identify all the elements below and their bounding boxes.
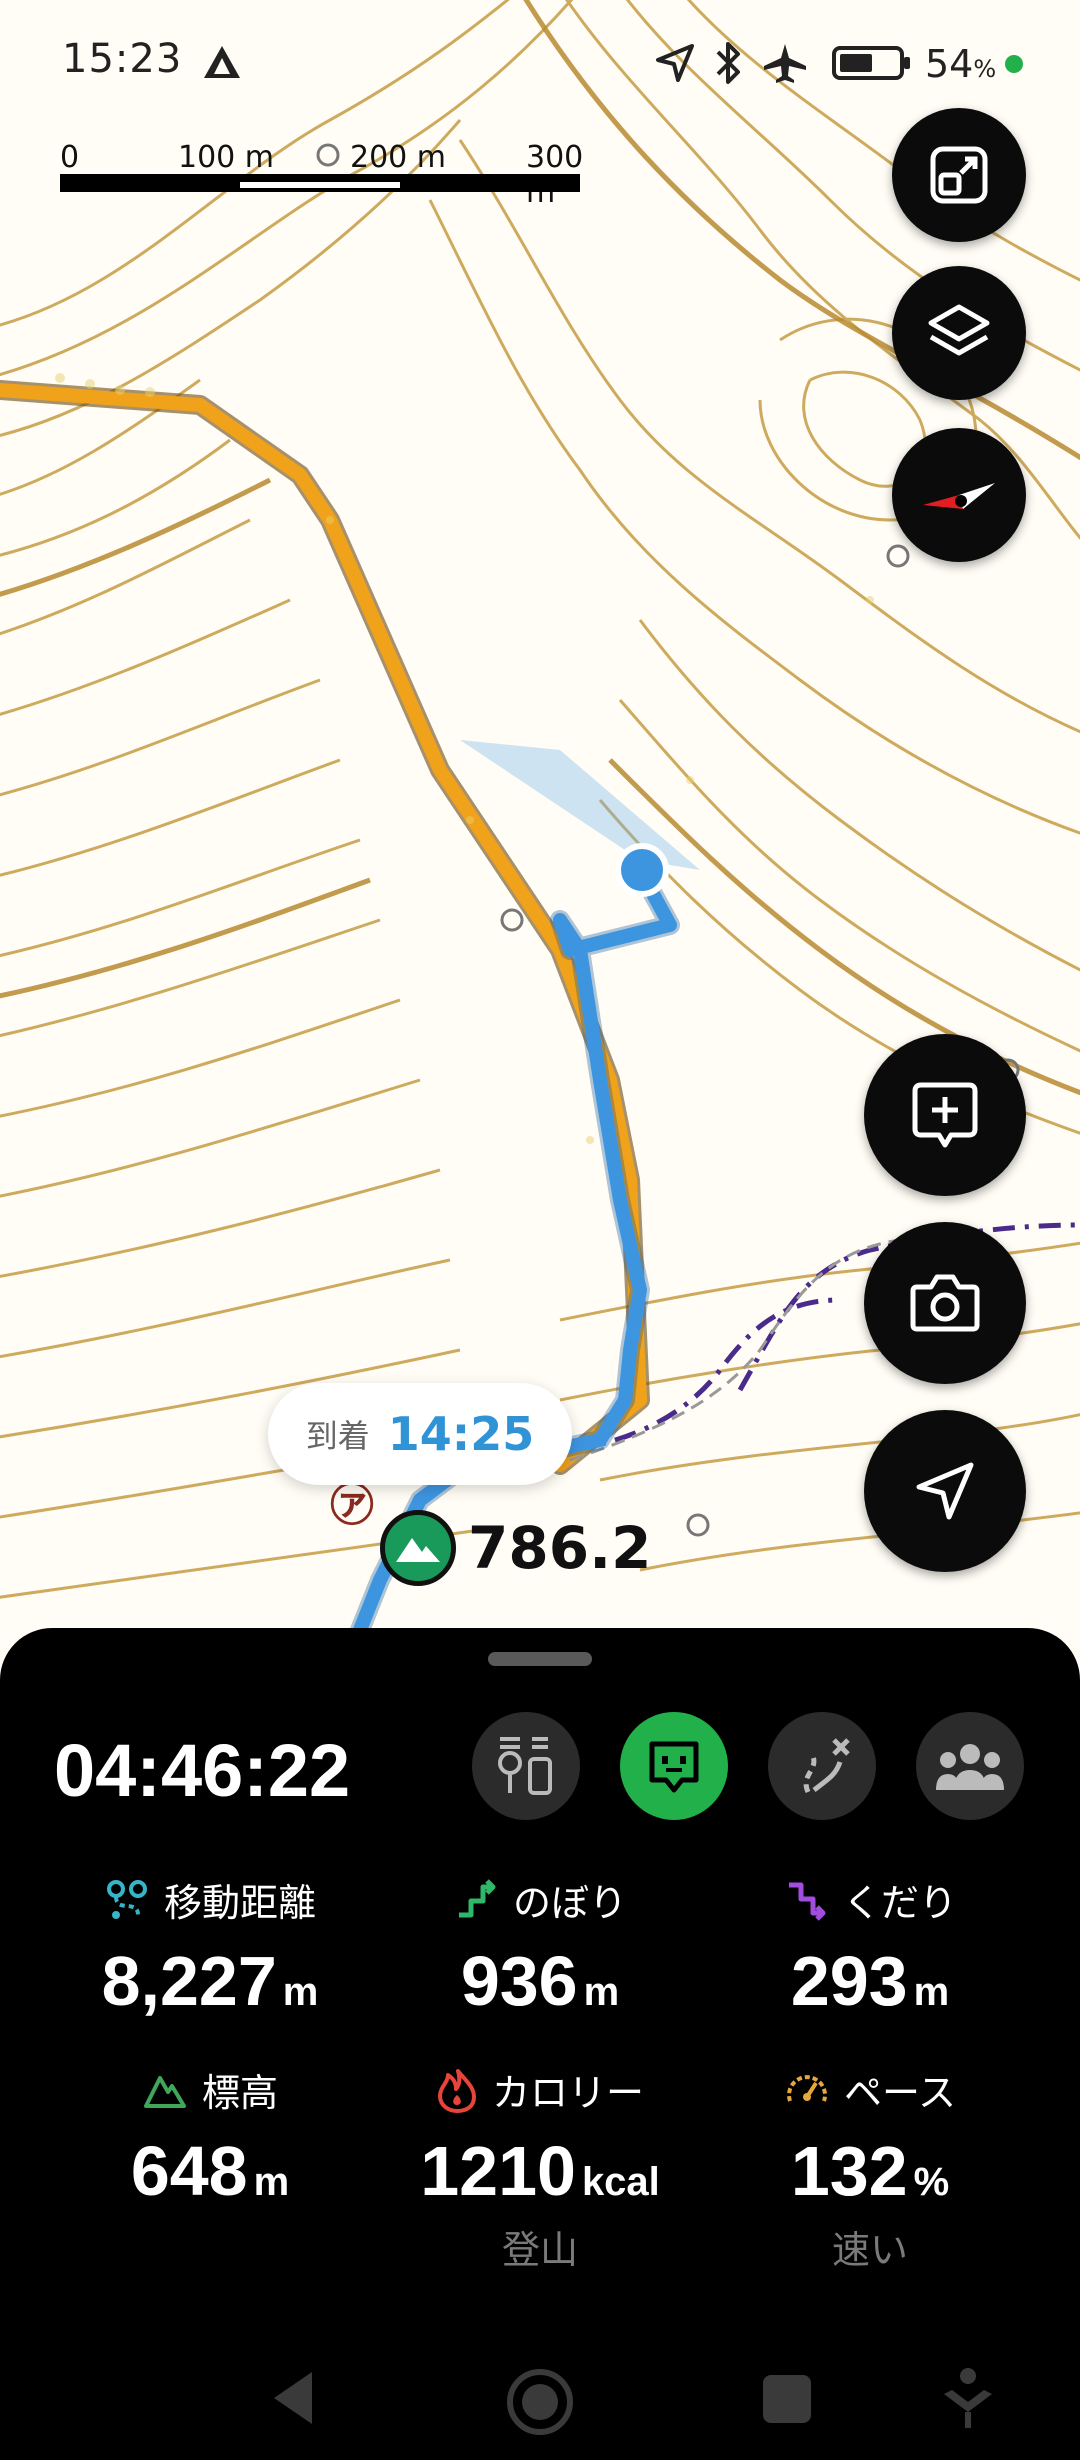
- camera-icon: [910, 1274, 980, 1332]
- distance-icon: [106, 1879, 147, 1919]
- drag-handle[interactable]: [488, 1652, 592, 1666]
- svg-text:㋐: ㋐: [330, 1480, 374, 1531]
- group-icon: [936, 1744, 1004, 1790]
- stat-ascent: のぼり 936 m: [360, 1872, 720, 2021]
- flame-icon: [437, 2068, 476, 2113]
- stat-unit: m: [583, 1970, 620, 2014]
- off-route-button[interactable]: [768, 1712, 876, 1820]
- resize-icon: [930, 146, 988, 204]
- system-nav-bar: [0, 2338, 1080, 2458]
- pet-mode-button[interactable]: [620, 1712, 728, 1820]
- map-view[interactable]: ㋐ 15:23 54% 0 100 m 200 m 300 m 到着 14:25: [0, 0, 1080, 1640]
- stat-elevation: 標高 648 m: [30, 2062, 390, 2211]
- arrival-label: 到着: [305, 1417, 370, 1455]
- app-notification-icon: [204, 46, 240, 78]
- stat-unit: %: [913, 2160, 950, 2204]
- fit-view-button[interactable]: [892, 108, 1026, 242]
- stat-label: ペース: [843, 2071, 957, 2115]
- group-members-button[interactable]: [916, 1712, 1024, 1820]
- stat-value: 1210: [420, 2132, 576, 2210]
- pet-face-icon: [649, 1741, 699, 1793]
- summit-elevation: 786.2: [468, 1514, 652, 1582]
- add-memo-button[interactable]: [864, 1034, 1026, 1196]
- stat-unit: m: [282, 1970, 319, 2014]
- summit-badge: [380, 1510, 456, 1586]
- elapsed-time: 04:46:22: [54, 1729, 351, 1812]
- descent-icon: [788, 1882, 826, 1921]
- stat-label: 移動距離: [163, 1881, 316, 1925]
- stat-calories: カロリー 1210 kcal 登山: [360, 2062, 720, 2274]
- stat-value: 936: [460, 1942, 578, 2020]
- stat-unit: m: [253, 2160, 290, 2204]
- activity-panel: 04:46:22 移動距離 8,227 m のぼり 936 m くだり 293 m 標…: [0, 1628, 1080, 2460]
- stat-label: カロリー: [491, 2071, 644, 2115]
- stat-unit: kcal: [581, 2160, 660, 2204]
- active-dot-icon: [1005, 55, 1023, 73]
- airplane-mode-icon: [764, 44, 806, 83]
- mountain-icon: [143, 2075, 186, 2108]
- stat-value: 648: [130, 2132, 248, 2210]
- recents-icon[interactable]: [760, 2372, 814, 2426]
- checkpoint-button[interactable]: [472, 1712, 580, 1820]
- scale-ruler: [60, 174, 580, 192]
- activity-type-label: 登山: [501, 2228, 578, 2272]
- checkpoint-icon: [498, 1737, 552, 1795]
- stat-unit: m: [913, 1970, 950, 2014]
- location-arrow-icon: [656, 44, 694, 82]
- clock: 15:23: [62, 36, 183, 82]
- stat-value: 293: [790, 1942, 908, 2020]
- arrival-time: 14:25: [387, 1407, 535, 1461]
- stat-distance: 移動距離 8,227 m: [30, 1872, 390, 2021]
- battery-icon: [832, 46, 910, 80]
- summit-marker[interactable]: 786.2: [380, 1510, 651, 1586]
- scale-bar: 0 100 m 200 m 300 m: [60, 140, 583, 210]
- stat-value: 132: [790, 2132, 908, 2210]
- layers-button[interactable]: [892, 266, 1026, 400]
- accessibility-icon[interactable]: [940, 2366, 996, 2432]
- layers-icon: [928, 304, 990, 356]
- back-icon[interactable]: [268, 2368, 318, 2428]
- camera-button[interactable]: [864, 1222, 1026, 1384]
- route-deviation-icon: [803, 1738, 850, 1794]
- mountain-peak-icon: [396, 1538, 440, 1562]
- stat-label: くだり: [842, 1881, 957, 1925]
- add-memo-icon: [912, 1082, 978, 1148]
- compass-icon: [923, 483, 995, 509]
- status-bar: 15:23 54%: [0, 0, 1080, 130]
- bluetooth-icon: [716, 42, 740, 84]
- battery-percent: 54%: [925, 42, 997, 86]
- ascent-icon: [458, 1878, 496, 1917]
- current-location-button[interactable]: [864, 1410, 1026, 1572]
- stat-label: 標高: [201, 2071, 278, 2115]
- home-icon[interactable]: [504, 2366, 576, 2438]
- compass-button[interactable]: [892, 428, 1026, 562]
- navigation-arrow-icon: [916, 1462, 974, 1520]
- pace-rating-label: 速い: [831, 2228, 908, 2272]
- stat-descent: くだり 293 m: [690, 1872, 1050, 2021]
- stat-value: 8,227: [101, 1942, 277, 2020]
- stat-pace: ペース 132% 速い: [690, 2062, 1050, 2274]
- arrival-estimate[interactable]: 到着 14:25: [268, 1383, 572, 1485]
- speedometer-icon: [786, 2074, 827, 2102]
- stat-label: のぼり: [512, 1881, 627, 1925]
